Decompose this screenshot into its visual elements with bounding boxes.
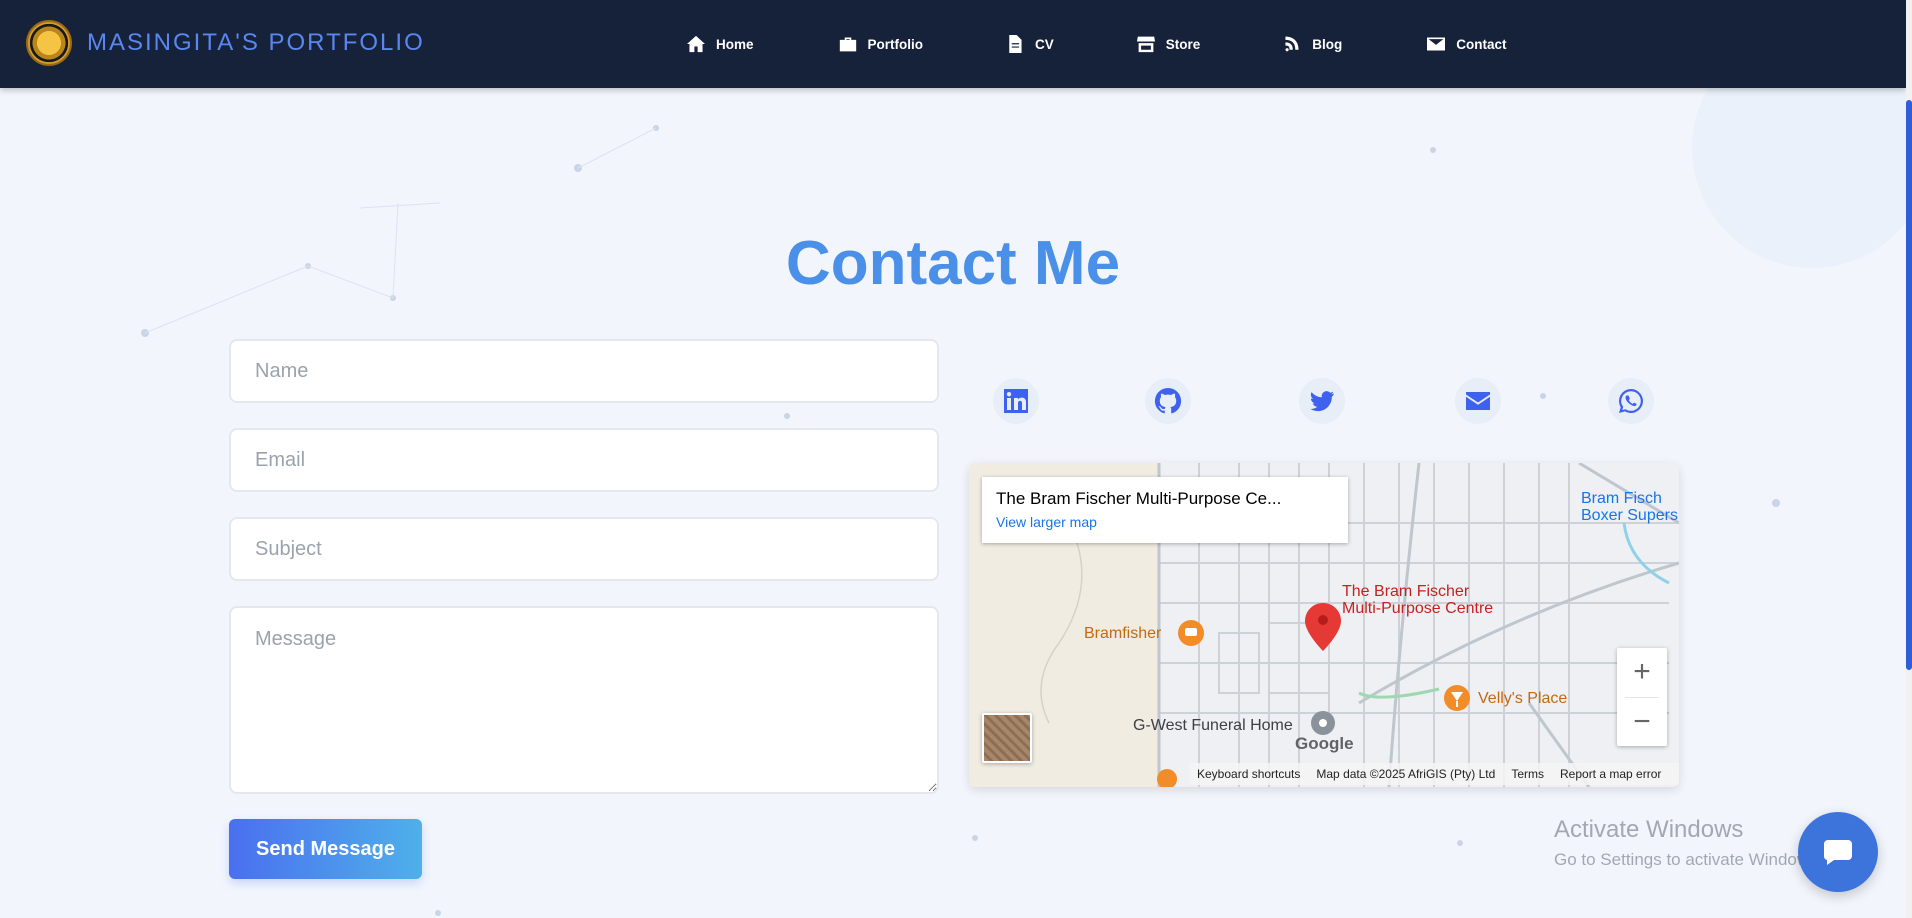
map-data-attribution: Map data ©2025 AfriGIS (Pty) Ltd — [1316, 767, 1496, 781]
poi-vellys-place[interactable]: Velly's Place — [1478, 690, 1567, 708]
envelope-icon — [1427, 37, 1446, 51]
briefcase-icon — [839, 37, 856, 52]
activate-windows-watermark: Activate Windows Go to Settings to activ… — [1554, 816, 1822, 870]
name-input[interactable] — [229, 339, 939, 403]
nav-item-label: Contact — [1456, 36, 1507, 52]
map-zoom-controls: + − — [1617, 648, 1667, 746]
home-icon — [687, 35, 705, 53]
nav-item-contact[interactable]: Contact — [1426, 35, 1507, 53]
nav-item-store[interactable]: Store — [1136, 35, 1201, 53]
main-nav: Home Portfolio CV Store Blog Contact — [686, 0, 1507, 88]
blog-icon — [1285, 36, 1299, 52]
github-icon — [1154, 387, 1182, 414]
nav-item-cv[interactable]: CV — [1005, 35, 1054, 53]
brand-name: MASINGITA'S PORTFOLIO — [87, 29, 425, 56]
watermark-line1: Activate Windows — [1554, 816, 1744, 843]
message-textarea[interactable] — [229, 606, 939, 794]
google-logo: Google — [1295, 734, 1354, 753]
map-info-card: The Bram Fischer Multi-Purpose Ce... Vie… — [982, 477, 1348, 543]
embedded-map[interactable]: The Bram Fischer Multi-Purpose Ce... Vie… — [969, 463, 1679, 787]
satellite-toggle-button[interactable] — [982, 713, 1032, 763]
nav-item-blog[interactable]: Blog — [1282, 35, 1342, 53]
file-icon — [1009, 35, 1022, 53]
whatsapp-icon — [1618, 388, 1643, 413]
map-place-line2: Multi-Purpose Centre — [1342, 600, 1494, 617]
linkedin-link[interactable] — [993, 378, 1039, 424]
twitter-link[interactable] — [1299, 378, 1345, 424]
report-map-error-link[interactable]: Report a map error — [1560, 767, 1661, 781]
poi-bram-fischer-boxer[interactable]: Bram Fisch Boxer Supers — [1581, 490, 1678, 524]
subject-input[interactable] — [229, 517, 939, 581]
email-icon — [1466, 392, 1490, 410]
map-footer: Keyboard shortcuts Map data ©2025 AfriGI… — [1189, 763, 1679, 785]
nav-item-label: CV — [1035, 36, 1054, 52]
nav-item-home[interactable]: Home — [686, 35, 754, 53]
poi-bramfisher[interactable]: Bramfisher — [1084, 625, 1161, 643]
nav-item-portfolio[interactable]: Portfolio — [838, 35, 924, 53]
brand[interactable]: MASINGITA'S PORTFOLIO — [26, 19, 425, 67]
watermark-line2: Go to Settings to activate Windows. — [1554, 850, 1823, 869]
store-icon — [1136, 36, 1155, 53]
page-title: Contact Me — [785, 229, 1121, 298]
map-card-title: The Bram Fischer Multi-Purpose Ce... — [996, 489, 1282, 508]
view-larger-map-link[interactable]: View larger map — [996, 514, 1334, 530]
whatsapp-link[interactable] — [1608, 378, 1654, 424]
twitter-icon — [1310, 391, 1334, 412]
map-place-label[interactable]: The Bram Fischer Multi-Purpose Centre — [1342, 583, 1493, 617]
chat-button[interactable] — [1798, 812, 1878, 892]
linkedin-icon — [1004, 389, 1028, 413]
chat-bubble-icon — [1823, 840, 1852, 865]
poi-g-west-funeral-home[interactable]: G-West Funeral Home — [1133, 717, 1293, 735]
nav-item-label: Blog — [1312, 36, 1343, 52]
email-input[interactable] — [229, 428, 939, 492]
send-message-button[interactable]: Send Message — [229, 819, 422, 879]
nav-item-label: Portfolio — [867, 36, 924, 52]
github-link[interactable] — [1145, 378, 1191, 424]
nav-item-label: Home — [716, 36, 754, 52]
lion-logo-icon — [26, 20, 72, 66]
top-navbar: MASINGITA'S PORTFOLIO Home Portfolio CV … — [0, 0, 1906, 88]
poi-bram2-line2: Boxer Supers — [1581, 507, 1678, 524]
keyboard-shortcuts-link[interactable]: Keyboard shortcuts — [1197, 767, 1300, 781]
poi-bram2-line1: Bram Fisch — [1581, 490, 1662, 507]
email-link[interactable] — [1455, 378, 1501, 424]
zoom-out-button[interactable]: − — [1617, 698, 1667, 747]
nav-item-label: Store — [1165, 36, 1201, 52]
zoom-in-button[interactable]: + — [1617, 648, 1667, 697]
scrollbar-thumb[interactable] — [1906, 100, 1912, 670]
map-place-line1: The Bram Fischer — [1342, 583, 1470, 600]
terms-link[interactable]: Terms — [1511, 767, 1544, 781]
